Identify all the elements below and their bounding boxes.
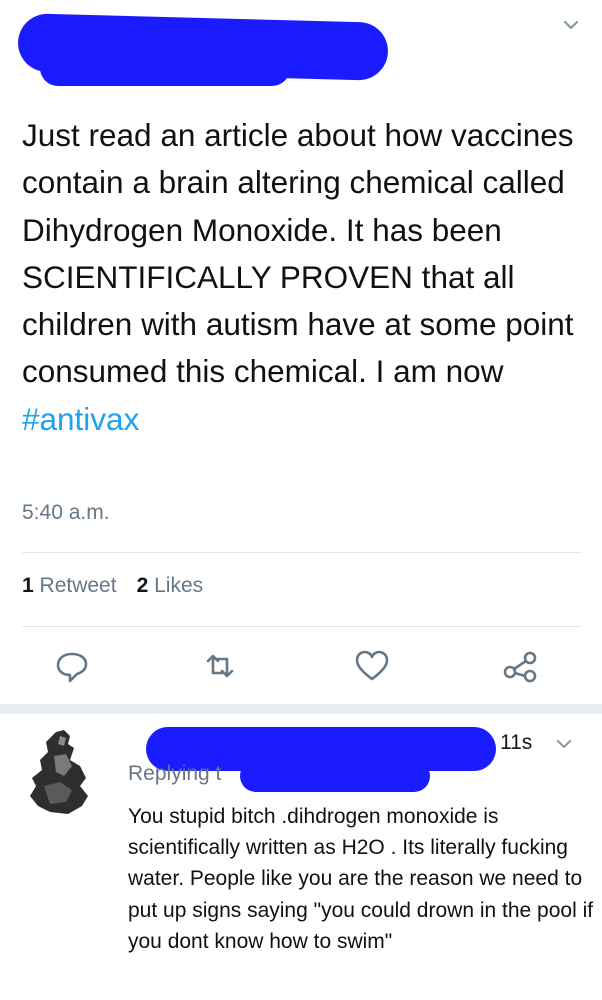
likes-stat[interactable]: 2 Likes [137, 574, 204, 597]
replying-to-label: Replying t [128, 762, 222, 785]
retweet-stat[interactable]: 1 Retweet [22, 574, 117, 597]
redacted-mention-scribble [240, 760, 430, 792]
tweet-timestamp: 5:40 a.m. [22, 501, 110, 524]
divider [22, 626, 582, 627]
chevron-down-icon[interactable] [560, 14, 582, 36]
share-icon[interactable] [500, 646, 540, 686]
tweet-body: Just read an article about how vaccines … [22, 117, 574, 390]
reply-text: You stupid bitch .dihdrogen monoxide is … [128, 805, 594, 953]
retweet-label: Retweet [39, 574, 117, 597]
avatar[interactable] [20, 726, 104, 818]
retweet-count: 1 [22, 574, 34, 597]
like-icon[interactable] [352, 646, 392, 686]
like-count: 2 [136, 574, 149, 597]
hashtag-link[interactable]: #antivax [22, 401, 139, 437]
thread-separator [0, 704, 602, 714]
divider [22, 552, 582, 553]
tweet-text: Just read an article about how vaccines … [22, 112, 592, 443]
redacted-handle-scribble [40, 50, 290, 86]
chevron-down-icon[interactable] [553, 733, 575, 755]
reply-timestamp: 11s [500, 731, 533, 754]
reply-icon[interactable] [52, 646, 92, 686]
retweet-icon[interactable] [200, 646, 240, 686]
likes-label: Likes [154, 574, 204, 597]
tweet-stats: 1 Retweet 2 Likes [22, 574, 203, 598]
